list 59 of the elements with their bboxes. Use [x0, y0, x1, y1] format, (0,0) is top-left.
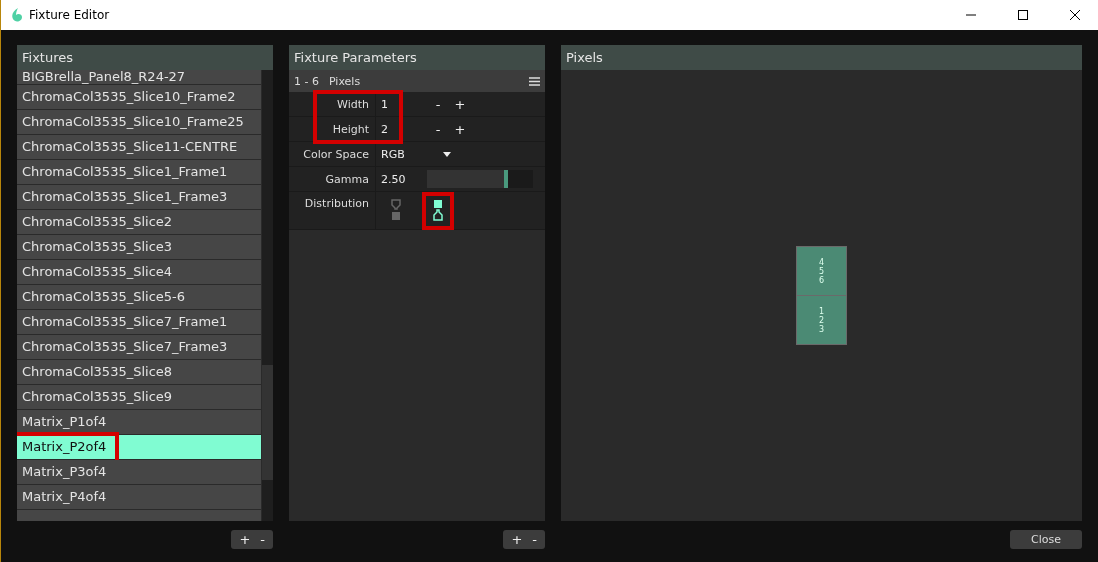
parameter-value[interactable]: 1: [376, 92, 427, 116]
close-icon[interactable]: [1070, 10, 1080, 20]
distribution-option[interactable]: [422, 192, 454, 230]
parameter-label: Width: [289, 92, 376, 116]
fixture-item[interactable]: Matrix_P4of4: [17, 485, 261, 509]
section-range: 1 - 6: [294, 74, 319, 88]
window-title: Fixture Editor: [29, 8, 111, 22]
step-button[interactable]: -: [427, 92, 449, 116]
color-space-dropdown[interactable]: RGB: [376, 142, 461, 166]
fixture-item[interactable]: Matrix_P3of4: [17, 460, 261, 484]
scrollbar[interactable]: [262, 70, 273, 521]
fixture-item[interactable]: ChromaCol3535_Slice10_Frame2: [17, 85, 261, 109]
panel-header: Fixtures: [17, 45, 273, 70]
pixel-cell[interactable]: 4 5 6: [797, 247, 846, 295]
app-logo-icon: [11, 8, 23, 22]
pixel-number: 4: [818, 257, 825, 267]
panel-header: Pixels: [561, 45, 1082, 70]
parameter-button[interactable]: +: [507, 532, 527, 547]
parameter-label: Gamma: [289, 167, 376, 191]
parameter-button[interactable]: -: [528, 532, 541, 547]
pixel-number: 1: [818, 306, 825, 316]
fixture-item[interactable]: ChromaCol3535_Slice5-6: [17, 285, 261, 309]
menu-icon[interactable]: [529, 76, 540, 86]
fixture-item[interactable]: ChromaCol3535_Slice1_Frame3: [17, 185, 261, 209]
panel-header: Fixture Parameters: [289, 45, 545, 70]
fixture-item[interactable]: ChromaCol3535_Slice2: [17, 210, 261, 234]
fixture-item[interactable]: ChromaCol3535_Slice9: [17, 385, 261, 409]
fixture-item[interactable]: ChromaCol3535_Slice1_Frame1: [17, 160, 261, 184]
parameter-value[interactable]: 2.50: [376, 167, 427, 191]
pixel-cell[interactable]: 1 2 3: [797, 295, 846, 344]
section-name: Pixels: [328, 74, 362, 88]
maximize-icon[interactable]: [1018, 10, 1028, 20]
dropdown-caret-icon: [443, 151, 451, 157]
fixture-item[interactable]: Matrix_P2of4: [17, 435, 261, 459]
step-button[interactable]: -: [427, 117, 449, 141]
step-button[interactable]: +: [449, 92, 471, 116]
pixel-number: 3: [818, 324, 825, 334]
fixture-item[interactable]: ChromaCol3535_Slice7_Frame3: [17, 335, 261, 359]
step-button[interactable]: +: [449, 117, 471, 141]
parameter-label: Distribution: [289, 192, 376, 229]
fixture-item[interactable]: ChromaCol3535_Slice8: [17, 360, 261, 384]
list-button[interactable]: -: [256, 532, 269, 547]
fixture-item[interactable]: Matrix_P1of4: [17, 410, 261, 434]
fixture-item[interactable]: ChromaCol3535_Slice3: [17, 235, 261, 259]
gamma-slider[interactable]: [427, 170, 533, 188]
parameter-label: Height: [289, 117, 376, 141]
close-dialog-button[interactable]: Close: [1010, 530, 1082, 549]
fixture-item[interactable]: BIGBrella_Panel8_R24-27: [17, 70, 261, 84]
parameter-label: Color Space: [289, 142, 376, 166]
fixture-item[interactable]: ChromaCol3535_Slice11-CENTRE: [17, 135, 261, 159]
fixture-item[interactable]: ChromaCol3535_Slice10_Frame25: [17, 110, 261, 134]
fixture-item[interactable]: ChromaCol3535_Slice4: [17, 260, 261, 284]
parameter-value[interactable]: 2: [376, 117, 427, 141]
list-button[interactable]: +: [235, 532, 255, 547]
fixture-item[interactable]: ChromaCol3535_Slice7_Frame1: [17, 310, 261, 334]
pixel-number: 2: [818, 315, 825, 325]
pixel-number: 5: [818, 266, 825, 276]
slider-thumb[interactable]: [503, 170, 508, 188]
pixel-number: 6: [818, 275, 825, 285]
